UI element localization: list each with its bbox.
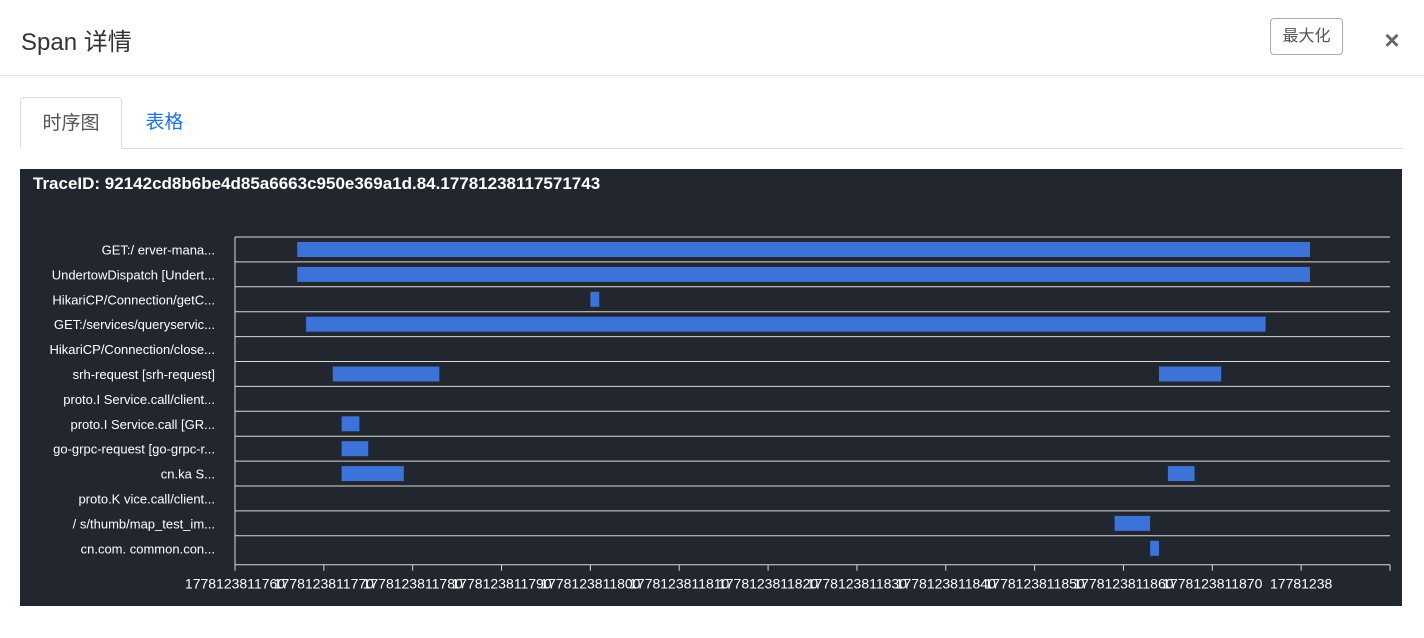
span-bar xyxy=(341,416,360,432)
maximize-button[interactable]: 最大化 xyxy=(1270,18,1343,55)
timeline-chart: TraceID: 92142cd8b6be4d85a6663c950e369a1… xyxy=(20,169,1402,606)
span-bar xyxy=(341,466,404,482)
x-tick-label: 1778123811770 xyxy=(274,576,374,592)
span-label: UndertowDispatch [Undert... xyxy=(52,267,215,282)
x-tick-label: 17781238 xyxy=(1270,576,1333,592)
span-label: GET:/services/queryservic... xyxy=(54,317,215,332)
trace-title: TraceID: 92142cd8b6be4d85a6663c950e369a1… xyxy=(33,174,600,193)
x-tick-label: 1778123811840 xyxy=(896,576,996,592)
modal-title: Span 详情 xyxy=(21,29,132,56)
span-bar xyxy=(1159,366,1222,382)
tab-timeline[interactable]: 时序图 xyxy=(20,97,122,149)
x-tick-label: 1778123811800 xyxy=(540,576,640,592)
span-bar xyxy=(1114,515,1151,531)
span-label: go-grpc-request [go-grpc-r... xyxy=(53,442,215,457)
x-tick-label: 1778123811870 xyxy=(1162,576,1262,592)
span-bar xyxy=(1150,540,1159,556)
x-tick-label: 1778123811820 xyxy=(718,576,818,592)
x-tick-label: 1778123811810 xyxy=(629,576,729,592)
span-label: proto.K vice.call/client... xyxy=(78,491,215,506)
span-bar xyxy=(590,291,600,307)
span-label: HikariCP/Connection/close... xyxy=(50,342,215,357)
span-bar xyxy=(306,316,1266,332)
span-bar xyxy=(341,441,369,457)
span-label: cn.ka S... xyxy=(161,467,215,482)
x-tick-label: 1778123811780 xyxy=(363,576,463,592)
x-tick-label: 1778123811760 xyxy=(185,576,285,592)
modal-header: Span 详情 最大化 × xyxy=(0,0,1424,76)
close-icon[interactable]: × xyxy=(1380,26,1404,54)
span-label: srh-request [srh-request] xyxy=(73,367,215,382)
span-bar xyxy=(297,266,1311,282)
span-bar xyxy=(332,366,440,382)
span-label: proto.I Service.call/client... xyxy=(63,392,215,407)
span-label: proto.I Service.call [GR... xyxy=(71,417,216,432)
span-label: cn.com. common.con... xyxy=(81,541,215,556)
x-tick-label: 1778123811850 xyxy=(985,576,1085,592)
x-tick-label: 1778123811790 xyxy=(451,576,551,592)
timeline-svg: TraceID: 92142cd8b6be4d85a6663c950e369a1… xyxy=(33,174,1391,592)
span-label: / s/thumb/map_test_im... xyxy=(73,516,215,531)
x-tick-label: 1778123811860 xyxy=(1073,576,1173,592)
span-label: HikariCP/Connection/getC... xyxy=(52,292,215,307)
span-bar xyxy=(1167,466,1195,482)
x-tick-label: 1778123811830 xyxy=(807,576,907,592)
span-label: GET:/ erver-mana... xyxy=(102,242,215,257)
tab-bar: 时序图 表格 xyxy=(20,97,1403,149)
tab-table[interactable]: 表格 xyxy=(122,97,207,149)
span-bar xyxy=(297,242,1311,257)
